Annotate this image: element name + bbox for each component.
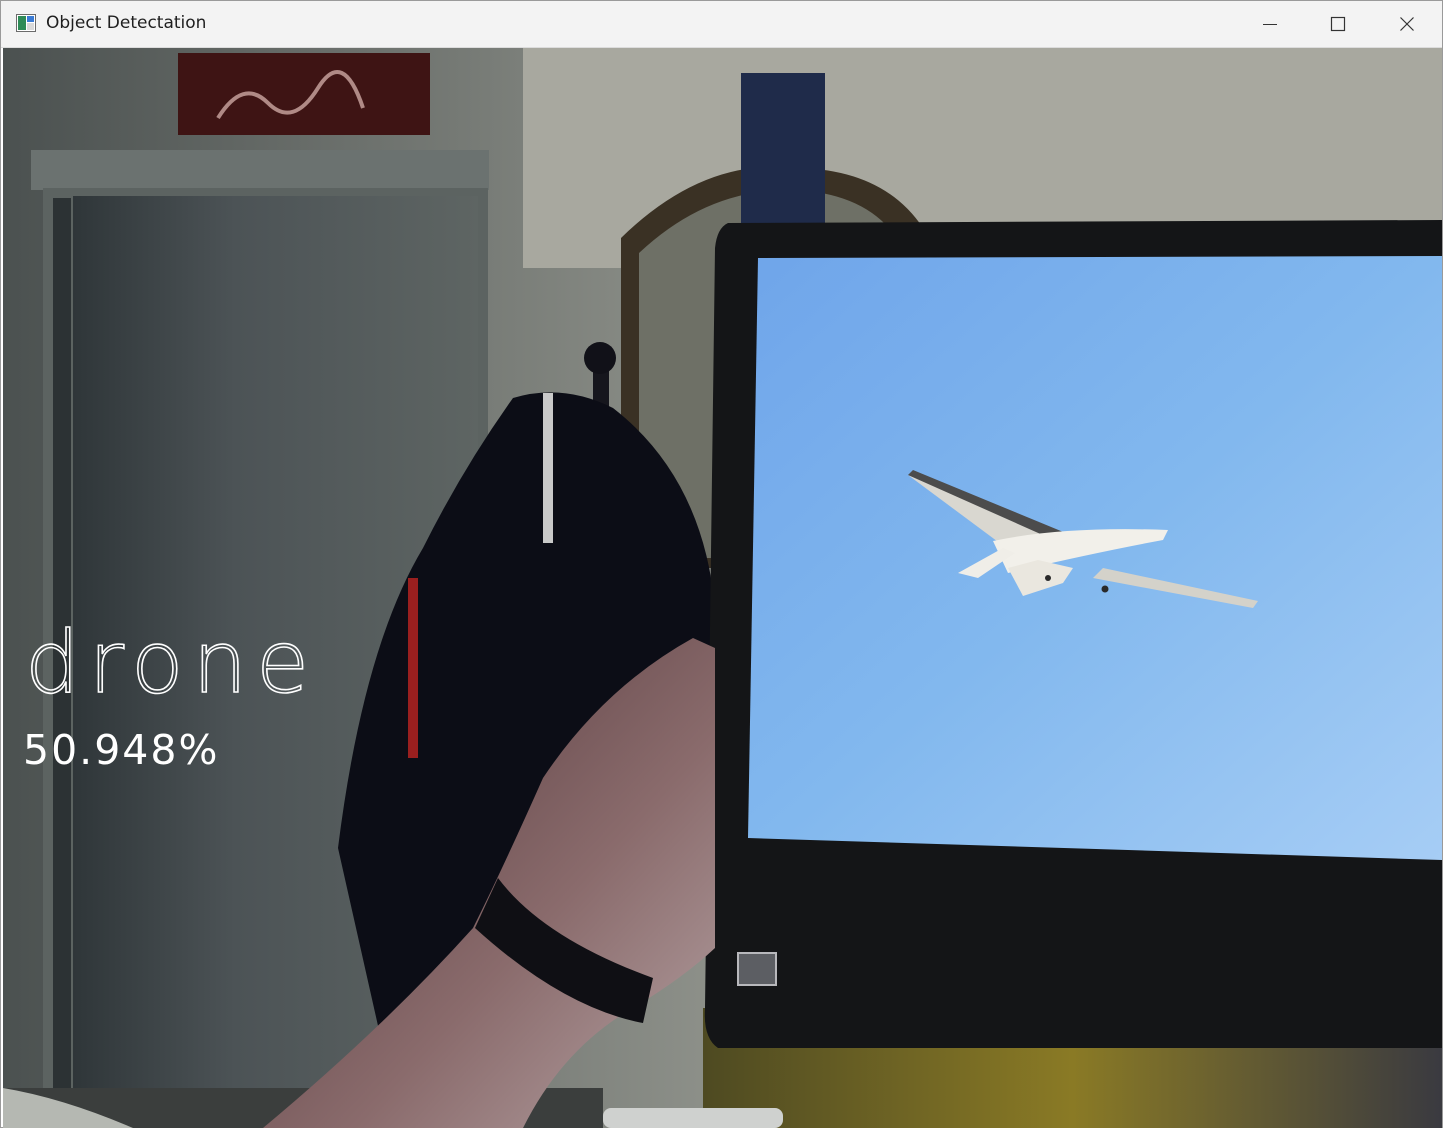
hanging-banner bbox=[741, 73, 825, 223]
minimize-button[interactable] bbox=[1236, 1, 1304, 47]
close-icon bbox=[1400, 17, 1414, 31]
tablet-screen bbox=[748, 256, 1442, 860]
detection-confidence: 50.948% bbox=[23, 726, 220, 774]
maximize-button[interactable] bbox=[1304, 1, 1372, 47]
calligraphy-frame bbox=[178, 53, 430, 135]
tablet-sticker bbox=[737, 952, 777, 986]
jacket-tag bbox=[543, 393, 553, 543]
minimize-icon bbox=[1263, 24, 1277, 25]
opencv-window-icon bbox=[16, 14, 36, 32]
camera-frame: drone 50.948% bbox=[3, 48, 1442, 1128]
app-window: Object Detectation drone 50.948% bbox=[0, 0, 1443, 1128]
title-bar[interactable]: Object Detectation bbox=[1, 1, 1442, 48]
desk-object bbox=[603, 1108, 783, 1128]
camera-scene bbox=[3, 48, 1442, 1128]
window-title: Object Detectation bbox=[46, 13, 207, 33]
coat-rack-top bbox=[584, 342, 616, 374]
maximize-icon bbox=[1330, 16, 1346, 32]
close-button[interactable] bbox=[1373, 1, 1441, 47]
jacket-zip-stripe bbox=[408, 578, 418, 758]
door-header bbox=[31, 150, 489, 190]
detection-class-label: drone bbox=[24, 613, 319, 713]
